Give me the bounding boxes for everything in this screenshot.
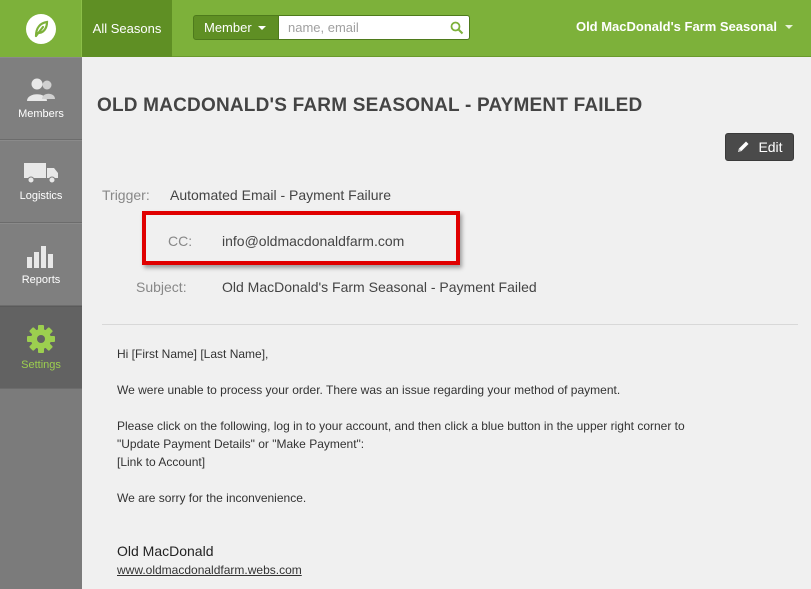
chevron-down-icon: [257, 25, 266, 30]
subject-value: Old MacDonald's Farm Seasonal - Payment …: [222, 279, 537, 295]
highlight-annotation: [142, 211, 460, 265]
signature-name: Old MacDonald: [117, 543, 214, 559]
sidebar-item-label: Reports: [21, 274, 61, 286]
email-paragraph: We are sorry for the inconvenience.: [117, 491, 307, 505]
trigger-value: Automated Email - Payment Failure: [170, 187, 391, 203]
main-content: OLD MACDONALD'S FARM SEASONAL - PAYMENT …: [82, 57, 811, 589]
sidebar-item-members[interactable]: Members: [0, 57, 82, 140]
email-paragraph: Please click on the following, log in to…: [117, 419, 685, 433]
signature-website-link[interactable]: www.oldmacdonaldfarm.webs.com: [117, 563, 302, 577]
leaf-icon: [25, 13, 56, 44]
email-paragraph: We were unable to process your order. Th…: [117, 383, 621, 397]
top-bar: All Seasons Member Old MacDonald's Farm …: [0, 0, 811, 64]
sidebar: Members Logistics Reports Settings: [0, 57, 82, 589]
edit-button-label: Edit: [758, 139, 783, 155]
pencil-icon: [738, 141, 749, 152]
all-seasons-tab[interactable]: All Seasons: [82, 0, 172, 64]
sidebar-item-reports[interactable]: Reports: [0, 223, 82, 306]
sidebar-item-logistics[interactable]: Logistics: [0, 140, 82, 223]
all-seasons-tab-label: All Seasons: [92, 21, 162, 36]
sidebar-item-label: Settings: [21, 359, 61, 371]
account-name: Old MacDonald's Farm Seasonal: [575, 19, 777, 34]
truck-icon: [24, 163, 58, 184]
search-input[interactable]: [279, 15, 470, 40]
bar-chart-icon: [27, 246, 53, 268]
divider: [102, 324, 798, 325]
search-icon[interactable]: [450, 21, 464, 35]
gear-icon: [27, 325, 55, 353]
member-dropdown[interactable]: Member: [193, 15, 279, 40]
sidebar-item-settings[interactable]: Settings: [0, 306, 82, 389]
email-greeting: Hi [First Name] [Last Name],: [117, 347, 269, 361]
sidebar-item-label: Members: [18, 108, 64, 120]
page-title: OLD MACDONALD'S FARM SEASONAL - PAYMENT …: [97, 95, 643, 116]
subject-label: Subject:: [136, 279, 187, 295]
email-paragraph: "Update Payment Details" or "Make Paymen…: [117, 437, 365, 451]
chevron-down-icon: [785, 24, 793, 29]
app-logo[interactable]: [0, 0, 82, 57]
edit-button[interactable]: Edit: [725, 133, 794, 161]
email-account-link-placeholder: [Link to Account]: [117, 455, 206, 469]
member-dropdown-label: Member: [204, 20, 252, 35]
members-icon: [27, 78, 55, 101]
trigger-label: Trigger:: [102, 187, 150, 203]
account-dropdown[interactable]: Old MacDonald's Farm Seasonal: [576, 19, 793, 34]
sidebar-item-label: Logistics: [19, 190, 63, 202]
